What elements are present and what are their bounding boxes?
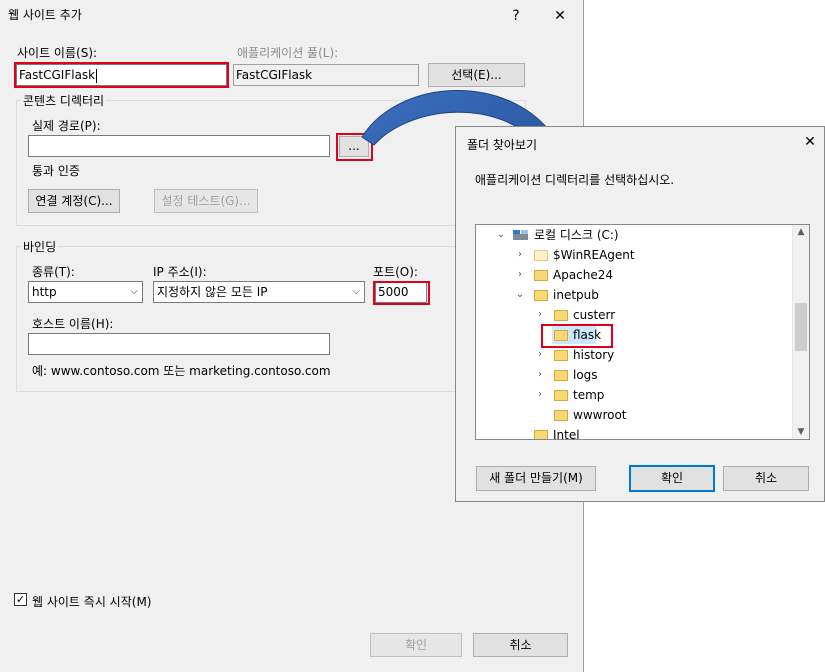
collapsed-chevron-icon: › bbox=[538, 369, 542, 380]
folder-icon bbox=[534, 290, 548, 301]
tree-scrollbar[interactable]: ▲ ▼ bbox=[792, 225, 809, 439]
pass-through-auth-label: 통과 인증 bbox=[32, 164, 80, 178]
chevron-down-icon: ⌵ bbox=[130, 286, 138, 297]
ip-address-select[interactable]: 지정하지 않은 모든 IP ⌵ bbox=[153, 281, 365, 303]
tree-item-wwwroot[interactable]: wwwroot bbox=[476, 405, 794, 425]
tree-item-logs[interactable]: › logs bbox=[476, 365, 794, 385]
tree-item-local-disk[interactable]: ⌄ 로컬 디스크 (C:) bbox=[476, 225, 794, 245]
folder-icon bbox=[534, 250, 548, 261]
physical-path-label: 실제 경로(P): bbox=[32, 119, 101, 133]
folder-icon bbox=[554, 390, 568, 401]
tree-item-winreagent[interactable]: › $WinREAgent bbox=[476, 245, 794, 265]
physical-path-input[interactable] bbox=[28, 135, 330, 157]
flask-highlight bbox=[541, 324, 613, 348]
tree-label: Intel bbox=[553, 428, 580, 440]
port-label: 포트(O): bbox=[373, 265, 418, 279]
tree-label: wwwroot bbox=[573, 408, 627, 422]
select-app-pool-button[interactable]: 선택(E)... bbox=[428, 63, 525, 87]
content-directory-title: 콘텐츠 디렉터리 bbox=[21, 92, 107, 109]
host-name-input[interactable] bbox=[28, 333, 330, 355]
browse-instruction: 애플리케이션 디렉터리를 선택하십시오. bbox=[475, 173, 675, 187]
browse-folder-dialog: 폴더 찾아보기 ✕ 애플리케이션 디렉터리를 선택하십시오. ⌄ 로컬 디스크 … bbox=[455, 126, 825, 502]
folder-icon bbox=[554, 410, 568, 421]
collapsed-chevron-icon: › bbox=[518, 269, 522, 280]
app-pool-field: FastCGIFlask bbox=[233, 64, 419, 86]
dialog-title: 웹 사이트 추가 bbox=[8, 8, 82, 22]
site-name-label: 사이트 이름(S): bbox=[17, 46, 98, 60]
collapsed-chevron-icon: › bbox=[538, 309, 542, 320]
app-pool-label: 애플리케이션 풀(L): bbox=[237, 46, 339, 60]
tree-label: history bbox=[573, 348, 615, 362]
collapsed-chevron-icon: › bbox=[518, 249, 522, 260]
browse-ok-button[interactable]: 확인 bbox=[629, 465, 715, 492]
collapsed-chevron-icon: › bbox=[538, 349, 542, 360]
tree-label: 로컬 디스크 (C:) bbox=[534, 228, 619, 242]
chevron-down-icon: ⌵ bbox=[352, 286, 360, 297]
tree-label: $WinREAgent bbox=[553, 248, 635, 262]
ip-address-value: 지정하지 않은 모든 IP bbox=[157, 285, 268, 299]
tree-label: temp bbox=[573, 388, 605, 402]
drive-icon bbox=[513, 230, 528, 240]
type-value: http bbox=[32, 285, 57, 299]
start-immediately-label: 웹 사이트 즉시 시작(M) bbox=[32, 595, 152, 609]
folder-icon bbox=[554, 370, 568, 381]
collapsed-chevron-icon: › bbox=[538, 389, 542, 400]
type-select[interactable]: http ⌵ bbox=[28, 281, 143, 303]
browse-close-button[interactable]: ✕ bbox=[800, 132, 820, 152]
site-name-highlight bbox=[14, 62, 229, 88]
folder-icon bbox=[534, 430, 548, 439]
scroll-up-icon[interactable]: ▲ bbox=[793, 227, 809, 237]
browse-dialog-title: 폴더 찾아보기 bbox=[467, 138, 538, 152]
test-settings-button[interactable]: 설정 테스트(G)... bbox=[154, 189, 258, 213]
tree-label: logs bbox=[573, 368, 598, 382]
close-button[interactable]: ✕ bbox=[550, 6, 570, 26]
folder-icon bbox=[534, 270, 548, 281]
tree-item-history[interactable]: › history bbox=[476, 345, 794, 365]
tree-label: Apache24 bbox=[553, 268, 614, 282]
browse-cancel-button[interactable]: 취소 bbox=[723, 466, 809, 491]
binding-title: 바인딩 bbox=[21, 238, 59, 255]
tree-item-intel[interactable]: Intel bbox=[476, 425, 794, 440]
ip-address-label: IP 주소(I): bbox=[153, 265, 207, 279]
folder-icon bbox=[554, 310, 568, 321]
tree-item-temp[interactable]: › temp bbox=[476, 385, 794, 405]
expanded-chevron-icon: ⌄ bbox=[496, 229, 506, 240]
tree-item-apache24[interactable]: › Apache24 bbox=[476, 265, 794, 285]
tree-item-custerr[interactable]: › custerr bbox=[476, 305, 794, 325]
scrollbar-thumb[interactable] bbox=[795, 303, 807, 351]
tree-label: inetpub bbox=[553, 288, 599, 302]
tree-item-inetpub[interactable]: ⌄ inetpub bbox=[476, 285, 794, 305]
new-folder-button[interactable]: 새 폴더 만들기(M) bbox=[476, 466, 596, 491]
tree-item-flask[interactable]: flask bbox=[476, 325, 794, 345]
folder-icon bbox=[554, 350, 568, 361]
type-label: 종류(T): bbox=[32, 265, 75, 279]
connect-as-button[interactable]: 연결 계정(C)... bbox=[28, 189, 120, 213]
port-highlight bbox=[373, 281, 430, 305]
expanded-chevron-icon: ⌄ bbox=[515, 289, 525, 300]
ok-button[interactable]: 확인 bbox=[370, 633, 462, 657]
start-immediately-checkbox[interactable]: ✓ bbox=[14, 593, 27, 606]
host-name-example: 예: www.contoso.com 또는 marketing.contoso.… bbox=[32, 364, 331, 378]
tree-label: custerr bbox=[573, 308, 616, 322]
folder-tree[interactable]: ⌄ 로컬 디스크 (C:) › $WinREAgent › Apache24 ⌄… bbox=[475, 224, 810, 440]
help-button[interactable]: ? bbox=[506, 6, 526, 26]
cancel-button[interactable]: 취소 bbox=[473, 633, 568, 657]
scroll-down-icon[interactable]: ▼ bbox=[793, 427, 809, 437]
host-name-label: 호스트 이름(H): bbox=[32, 317, 114, 331]
